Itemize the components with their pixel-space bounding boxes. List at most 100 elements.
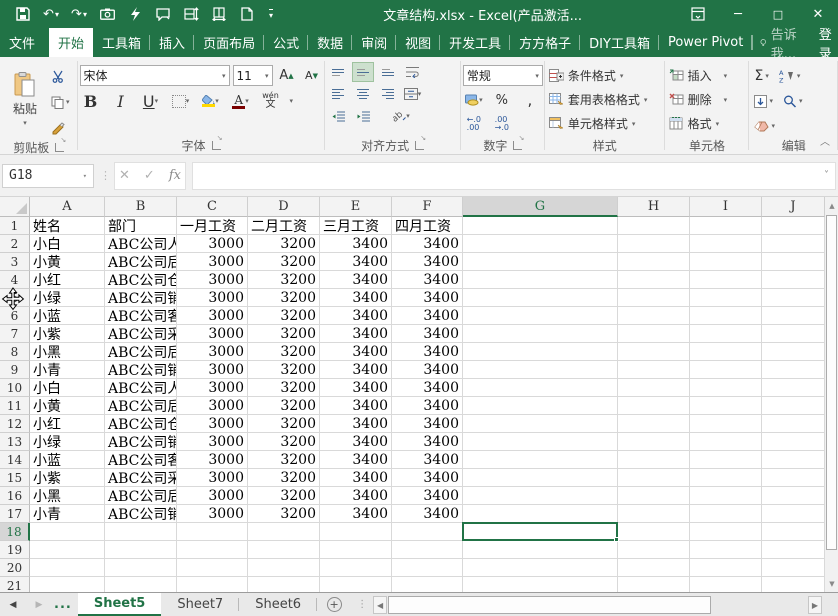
cell-A11[interactable]: 小黄 (30, 397, 105, 415)
percent-style-button[interactable]: % (491, 90, 513, 110)
column-header-C[interactable]: C (177, 197, 248, 217)
font-color-button[interactable]: A ▾ (230, 91, 252, 111)
insert-function-icon[interactable]: fx (169, 168, 181, 183)
row-header-17[interactable]: 17 (0, 505, 30, 523)
cell-D13[interactable]: 3200 (248, 433, 320, 451)
row-header-1[interactable]: 1 (0, 217, 30, 235)
center-button[interactable] (352, 84, 374, 104)
sheet-tab-sheet6[interactable]: Sheet6 (239, 593, 317, 616)
increase-indent-button[interactable] (352, 106, 374, 126)
cell-J4[interactable] (762, 271, 825, 289)
format-as-table-button[interactable]: 套用表格格式 ▾ (547, 89, 663, 110)
cell-C4[interactable]: 3000 (177, 271, 248, 289)
cell-F8[interactable]: 3400 (392, 343, 463, 361)
cell-E4[interactable]: 3400 (320, 271, 392, 289)
borders-button[interactable]: ▾ (170, 91, 192, 111)
cell-A16[interactable]: 小黑 (30, 487, 105, 505)
row-header-6[interactable]: 6 (0, 307, 30, 325)
align-left-button[interactable] (327, 84, 349, 104)
merge-center-button[interactable]: ▾ (402, 84, 424, 104)
cell-A4[interactable]: 小红 (30, 271, 105, 289)
cell-A2[interactable]: 小白 (30, 235, 105, 253)
cell-E6[interactable]: 3400 (320, 307, 392, 325)
scroll-down-icon[interactable]: ▼ (826, 576, 838, 591)
cell-E2[interactable]: 3400 (320, 235, 392, 253)
cell-F18[interactable] (392, 523, 463, 541)
underline-button[interactable]: U▾ (140, 91, 162, 111)
bold-button[interactable]: B (80, 91, 102, 111)
cell-A1[interactable]: 姓名 (30, 217, 105, 235)
cell-I8[interactable] (690, 343, 762, 361)
sort-filter-dropdown-icon[interactable]: ▾ (797, 72, 801, 80)
cell-G14[interactable] (463, 451, 618, 469)
cell-F19[interactable] (392, 541, 463, 559)
cell-A5[interactable]: 小绿 (30, 289, 105, 307)
cell-A21[interactable] (30, 577, 105, 592)
cell-B3[interactable]: ABC公司后 (105, 253, 177, 271)
cell-C14[interactable]: 3000 (177, 451, 248, 469)
cell-H15[interactable] (618, 469, 690, 487)
cell-E3[interactable]: 3400 (320, 253, 392, 271)
new-document-icon[interactable] (234, 2, 260, 26)
vertical-scroll-thumb[interactable] (826, 215, 837, 550)
formula-input[interactable]: ˅ (192, 162, 836, 190)
conditional-formatting-button[interactable]: 条件格式 ▾ (547, 65, 663, 86)
copy-button[interactable]: ▾ (48, 91, 73, 113)
merge-center-dropdown-icon[interactable]: ▾ (418, 90, 422, 98)
cell-C18[interactable] (177, 523, 248, 541)
column-width-icon[interactable] (206, 2, 232, 26)
scroll-right-icon[interactable]: ▶ (808, 596, 822, 614)
cell-J16[interactable] (762, 487, 825, 505)
cell-H10[interactable] (618, 379, 690, 397)
cell-I7[interactable] (690, 325, 762, 343)
row-header-9[interactable]: 9 (0, 361, 30, 379)
cell-F2[interactable]: 3400 (392, 235, 463, 253)
paste-dropdown-icon[interactable]: ▾ (23, 119, 27, 127)
vertical-scrollbar[interactable]: ▲ ▼ (824, 197, 838, 592)
cell-C3[interactable]: 3000 (177, 253, 248, 271)
cell-F10[interactable]: 3400 (392, 379, 463, 397)
row-header-2[interactable]: 2 (0, 235, 30, 253)
cell-J20[interactable] (762, 559, 825, 577)
wrap-text-button[interactable] (402, 62, 424, 82)
column-header-E[interactable]: E (320, 197, 392, 217)
find-select-dropdown-icon[interactable]: ▾ (799, 97, 803, 105)
copy-dropdown-icon[interactable]: ▾ (66, 98, 70, 106)
cell-J21[interactable] (762, 577, 825, 592)
number-format-dropdown-icon[interactable]: ▾ (535, 72, 539, 80)
cell-F21[interactable] (392, 577, 463, 592)
cell-G5[interactable] (463, 289, 618, 307)
cell-H5[interactable] (618, 289, 690, 307)
cell-G10[interactable] (463, 379, 618, 397)
ribbon-tab-12[interactable]: Power Pivot (659, 28, 752, 57)
cell-B10[interactable]: ABC公司人 (105, 379, 177, 397)
cell-E7[interactable]: 3400 (320, 325, 392, 343)
cell-D9[interactable]: 3200 (248, 361, 320, 379)
cell-H6[interactable] (618, 307, 690, 325)
select-all-corner[interactable] (0, 197, 30, 217)
cell-B15[interactable]: ABC公司采 (105, 469, 177, 487)
cell-E21[interactable] (320, 577, 392, 592)
cell-H19[interactable] (618, 541, 690, 559)
row-header-5[interactable]: 5 (0, 289, 30, 307)
autosum-button[interactable]: Σ▾ (751, 65, 771, 87)
cell-G8[interactable] (463, 343, 618, 361)
middle-align-button[interactable] (352, 62, 374, 82)
cell-B18[interactable] (105, 523, 177, 541)
decrease-decimal-button[interactable]: .00 →.0 (491, 114, 513, 134)
font-name-dropdown-icon[interactable]: ▾ (222, 72, 226, 80)
ribbon-tab-10[interactable]: 方方格子 (510, 28, 580, 57)
cell-H14[interactable] (618, 451, 690, 469)
cell-G12[interactable] (463, 415, 618, 433)
column-header-A[interactable]: A (30, 197, 105, 217)
cell-A17[interactable]: 小青 (30, 505, 105, 523)
ribbon-tab-2[interactable]: 工具箱 (93, 28, 150, 57)
cell-E18[interactable] (320, 523, 392, 541)
cell-E16[interactable]: 3400 (320, 487, 392, 505)
cell-A20[interactable] (30, 559, 105, 577)
find-select-button[interactable]: ▾ (780, 90, 806, 112)
cell-G16[interactable] (463, 487, 618, 505)
cell-I6[interactable] (690, 307, 762, 325)
number-format-combo[interactable]: 常规 ▾ (463, 65, 543, 86)
comma-style-button[interactable]: , (519, 90, 541, 110)
